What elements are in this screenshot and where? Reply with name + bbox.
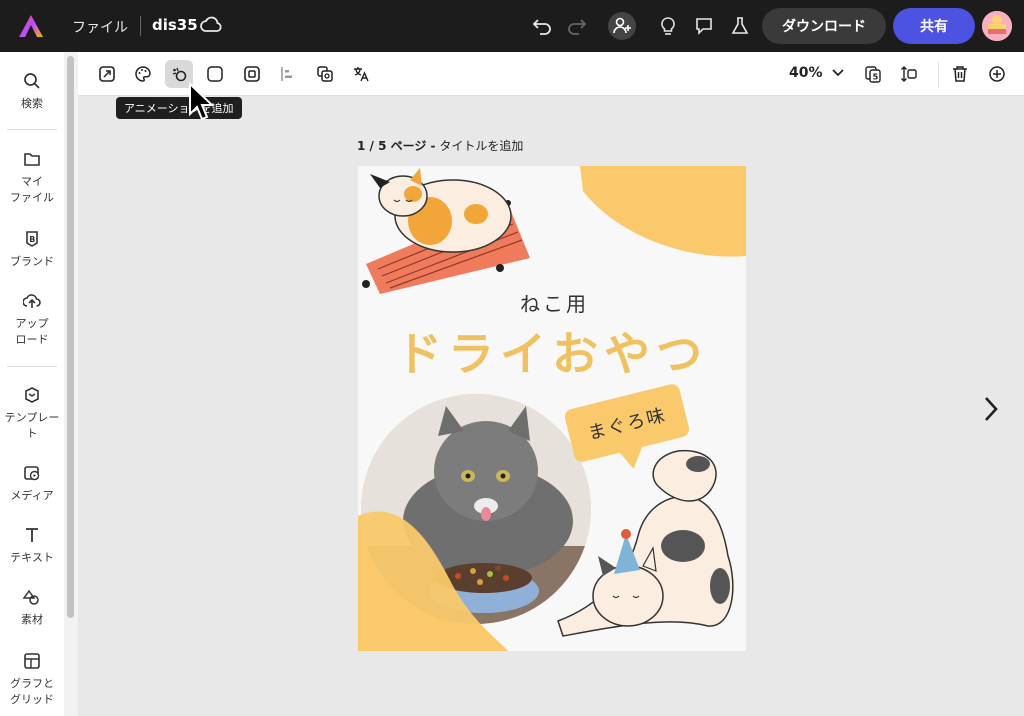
chevron-right-icon[interactable] bbox=[980, 394, 1002, 424]
poster-subtitle[interactable]: ねこ用 bbox=[520, 288, 589, 317]
comment-icon[interactable] bbox=[690, 12, 718, 40]
sidebar-item-label: テキスト bbox=[10, 551, 54, 564]
download-button[interactable]: ダウンロード bbox=[762, 8, 886, 44]
align-tool[interactable] bbox=[274, 60, 302, 88]
divider bbox=[7, 366, 57, 367]
divider bbox=[140, 16, 141, 36]
elements-icon bbox=[23, 589, 39, 605]
palette-icon bbox=[135, 66, 151, 82]
page-title-input[interactable]: タイトルを追加 bbox=[439, 139, 523, 153]
resize-tool[interactable] bbox=[93, 60, 121, 88]
upload-icon bbox=[23, 294, 41, 308]
brand-icon: B bbox=[26, 231, 38, 247]
context-toolbar: 40% 5 bbox=[78, 52, 1024, 96]
rounded-square-icon bbox=[207, 66, 223, 82]
plus-circle-icon bbox=[989, 66, 1005, 82]
file-menu[interactable]: ファイル bbox=[72, 17, 128, 37]
sidebar-item-label: メディア bbox=[10, 489, 54, 502]
undo-icon[interactable] bbox=[528, 12, 556, 40]
svg-text:5: 5 bbox=[873, 72, 879, 81]
lightbulb-icon[interactable] bbox=[654, 12, 682, 40]
page-header: 1 / 5 ページ - タイトルを追加 bbox=[357, 137, 523, 154]
chevron-down-icon[interactable] bbox=[830, 64, 846, 80]
search-icon bbox=[24, 73, 40, 89]
page-counter: 1 / 5 ページ - bbox=[357, 139, 436, 153]
media-icon bbox=[24, 466, 40, 481]
poster-title[interactable]: ドライおやつ bbox=[396, 318, 708, 384]
poster-artwork bbox=[358, 166, 746, 651]
resize-icon bbox=[99, 66, 115, 82]
sidebar-item-label: テンプレー ト bbox=[4, 411, 60, 440]
sidebar-item-label: 素材 bbox=[21, 613, 43, 626]
delete-tool[interactable] bbox=[946, 60, 974, 88]
invite-user-icon[interactable] bbox=[608, 12, 636, 40]
align-left-icon bbox=[281, 67, 292, 81]
pages-tool[interactable]: 5 bbox=[859, 60, 887, 88]
svg-text:B: B bbox=[29, 235, 35, 244]
mouse-cursor-icon bbox=[189, 82, 215, 121]
pages-icon: 5 bbox=[865, 66, 881, 83]
grid-icon bbox=[24, 653, 40, 669]
flavor-label: まぐろ味 bbox=[586, 404, 669, 445]
adobe-express-logo[interactable] bbox=[18, 14, 44, 38]
trash-icon bbox=[953, 66, 967, 82]
add-page-tool[interactable] bbox=[983, 60, 1011, 88]
tooltip: アニメーションを追加 bbox=[116, 97, 242, 119]
left-sidebar: 検索 マイ ファイル B ブランド アップ ロード テンプレー ト メディア テ… bbox=[0, 52, 64, 716]
arrange-pages-tool[interactable] bbox=[895, 60, 923, 88]
sidebar-item-label: ブランド bbox=[10, 255, 54, 268]
sidebar-item-brand[interactable]: B ブランド bbox=[0, 230, 64, 270]
translate-tool[interactable] bbox=[347, 60, 375, 88]
sidebar-item-label: アップ ロード bbox=[15, 317, 49, 346]
sidebar-item-label: グラフと グリッド bbox=[10, 677, 54, 706]
folder-icon bbox=[24, 153, 40, 166]
layers-icon bbox=[317, 66, 333, 82]
sidebar-item-media[interactable]: メディア bbox=[0, 464, 64, 504]
redo-icon[interactable] bbox=[563, 12, 591, 40]
sidebar-item-search[interactable]: 検索 bbox=[0, 72, 64, 112]
color-palette-tool[interactable] bbox=[129, 60, 157, 88]
frame-icon bbox=[244, 66, 260, 82]
sidebar-item-text[interactable]: テキスト bbox=[0, 526, 64, 566]
share-button[interactable]: 共有 bbox=[893, 8, 975, 44]
sort-icon bbox=[901, 66, 917, 82]
sidebar-item-templates[interactable]: テンプレー ト bbox=[0, 386, 64, 442]
sleeping-cat-illustration bbox=[362, 168, 530, 294]
top-bar: ファイル dis35 ダウンロード 共有 bbox=[0, 0, 1024, 52]
avatar[interactable] bbox=[982, 11, 1012, 41]
document-name[interactable]: dis35 bbox=[152, 16, 198, 34]
flask-icon[interactable] bbox=[726, 12, 754, 40]
design-page[interactable]: ねこ用 ドライおやつ まぐろ味 bbox=[358, 166, 746, 651]
sidebar-scrollbar-thumb[interactable] bbox=[67, 56, 74, 618]
sidebar-item-label: マイ ファイル bbox=[10, 175, 54, 204]
sidebar-item-upload[interactable]: アップ ロード bbox=[0, 292, 64, 348]
sidebar-item-charts-grids[interactable]: グラフと グリッド bbox=[0, 652, 64, 708]
zoom-level[interactable]: 40% bbox=[789, 65, 823, 81]
layers-tool[interactable] bbox=[311, 60, 339, 88]
translate-icon bbox=[354, 67, 369, 82]
animation-icon bbox=[172, 67, 187, 82]
divider bbox=[7, 129, 57, 130]
text-icon bbox=[26, 528, 38, 542]
border-tool[interactable] bbox=[238, 60, 266, 88]
template-icon bbox=[25, 387, 39, 403]
cloud-sync-icon[interactable] bbox=[199, 14, 223, 36]
sidebar-item-my-files[interactable]: マイ ファイル bbox=[0, 150, 64, 206]
sidebar-item-elements[interactable]: 素材 bbox=[0, 588, 64, 628]
divider bbox=[938, 62, 939, 88]
sidebar-item-label: 検索 bbox=[21, 97, 43, 110]
